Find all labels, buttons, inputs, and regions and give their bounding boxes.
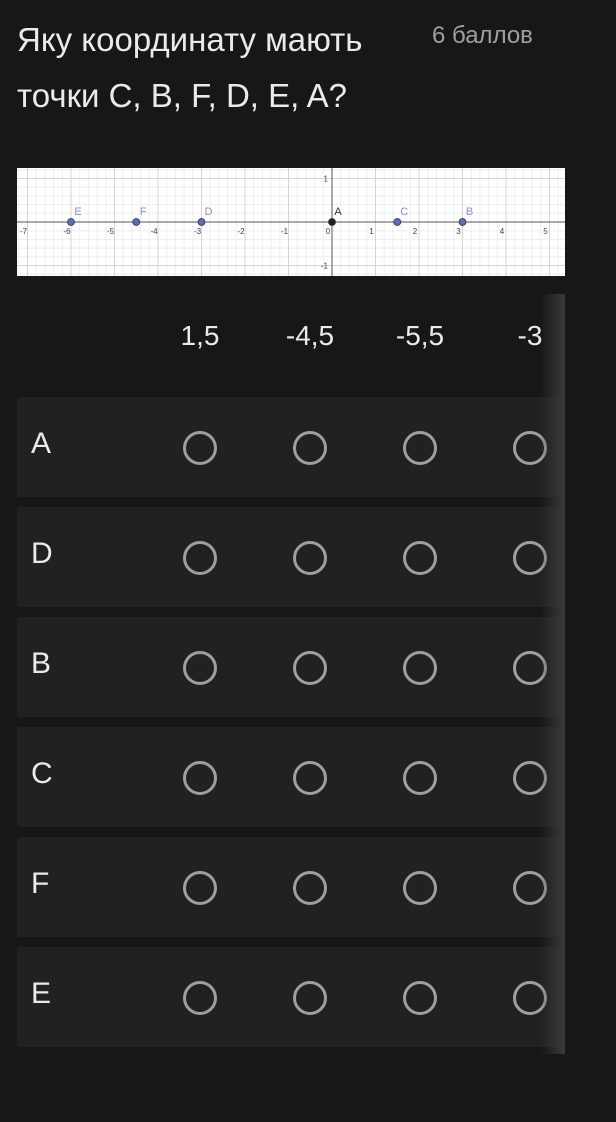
y-tick-label: -1 bbox=[321, 262, 329, 271]
column-header: 1,5 bbox=[180, 320, 220, 351]
point-b bbox=[458, 218, 467, 226]
x-tick-label: 1 bbox=[369, 227, 374, 236]
radio-button[interactable] bbox=[183, 871, 217, 905]
radio-button[interactable] bbox=[513, 541, 547, 575]
point-label: B bbox=[466, 206, 473, 218]
grid-row: D bbox=[17, 507, 565, 607]
radio-button[interactable] bbox=[513, 871, 547, 905]
radio-button[interactable] bbox=[403, 981, 437, 1015]
row-label: D bbox=[31, 537, 53, 570]
row-label: C bbox=[31, 757, 53, 790]
radio-button[interactable] bbox=[183, 431, 217, 465]
radio-button[interactable] bbox=[293, 761, 327, 795]
column-header: -3 bbox=[517, 320, 543, 351]
x-tick-label: -2 bbox=[237, 227, 245, 236]
choice-grid: 1,5 -4,5 -5,5 -3 A D B C F E bbox=[17, 294, 565, 1054]
row-label: B bbox=[31, 647, 52, 680]
radio-button[interactable] bbox=[183, 541, 217, 575]
radio-button[interactable] bbox=[183, 761, 217, 795]
radio-button[interactable] bbox=[403, 761, 437, 795]
radio-button[interactable] bbox=[513, 981, 547, 1015]
point-f bbox=[132, 218, 141, 226]
row-label: F bbox=[31, 867, 50, 900]
point-label: A bbox=[334, 206, 342, 218]
x-tick-label: -4 bbox=[150, 227, 158, 236]
point-label: F bbox=[140, 206, 147, 218]
column-header: -4,5 bbox=[285, 320, 335, 351]
point-label: E bbox=[74, 206, 81, 218]
radio-button[interactable] bbox=[293, 981, 327, 1015]
x-tick-label: -5 bbox=[107, 227, 115, 236]
x-tick-label: -3 bbox=[194, 227, 202, 236]
row-label: E bbox=[31, 977, 52, 1010]
number-line-svg: -7 -6 -5 -4 -3 -2 -1 0 1 2 3 4 5 1 -1 E F D A C B bbox=[0, 134, 594, 310]
number-line-figure: -7 -6 -5 -4 -3 -2 -1 0 1 2 3 4 5 1 -1 E F D A C B bbox=[0, 134, 594, 310]
x-tick-label: 3 bbox=[456, 227, 461, 236]
grid-row: A bbox=[17, 397, 565, 497]
x-tick-label: -6 bbox=[63, 227, 71, 236]
x-tick-label: -1 bbox=[281, 227, 289, 236]
question-title: Яку координату мають точки C, B, F, D, E… bbox=[17, 21, 363, 114]
radio-button[interactable] bbox=[403, 541, 437, 575]
x-tick-label: 4 bbox=[500, 227, 505, 236]
row-label: A bbox=[31, 427, 52, 460]
point-label: D bbox=[205, 206, 213, 218]
radio-button[interactable] bbox=[403, 871, 437, 905]
radio-button[interactable] bbox=[293, 871, 327, 905]
radio-button[interactable] bbox=[403, 431, 437, 465]
point-a bbox=[328, 218, 336, 226]
grid-row: F bbox=[17, 837, 565, 937]
grid-row: C bbox=[17, 727, 565, 827]
column-header: -5,5 bbox=[395, 320, 445, 351]
radio-button[interactable] bbox=[513, 651, 547, 685]
point-e bbox=[67, 218, 75, 226]
points-label: 6 баллов bbox=[432, 22, 533, 49]
radio-button[interactable] bbox=[293, 651, 327, 685]
x-tick-label: 5 bbox=[543, 227, 548, 236]
grid-row: B bbox=[17, 617, 565, 717]
radio-button[interactable] bbox=[293, 431, 327, 465]
x-tick-label: 0 bbox=[326, 227, 331, 236]
radio-button[interactable] bbox=[513, 431, 547, 465]
point-d bbox=[197, 218, 206, 226]
radio-button[interactable] bbox=[183, 651, 217, 685]
point-label: C bbox=[400, 206, 408, 218]
radio-button[interactable] bbox=[183, 981, 217, 1015]
radio-button[interactable] bbox=[293, 541, 327, 575]
x-tick-label: -7 bbox=[20, 227, 28, 236]
x-tick-label: 2 bbox=[413, 227, 418, 236]
grid-row: E bbox=[17, 947, 565, 1047]
y-tick-label: 1 bbox=[324, 175, 329, 184]
point-c bbox=[393, 218, 402, 226]
radio-button[interactable] bbox=[403, 651, 437, 685]
radio-button[interactable] bbox=[513, 761, 547, 795]
